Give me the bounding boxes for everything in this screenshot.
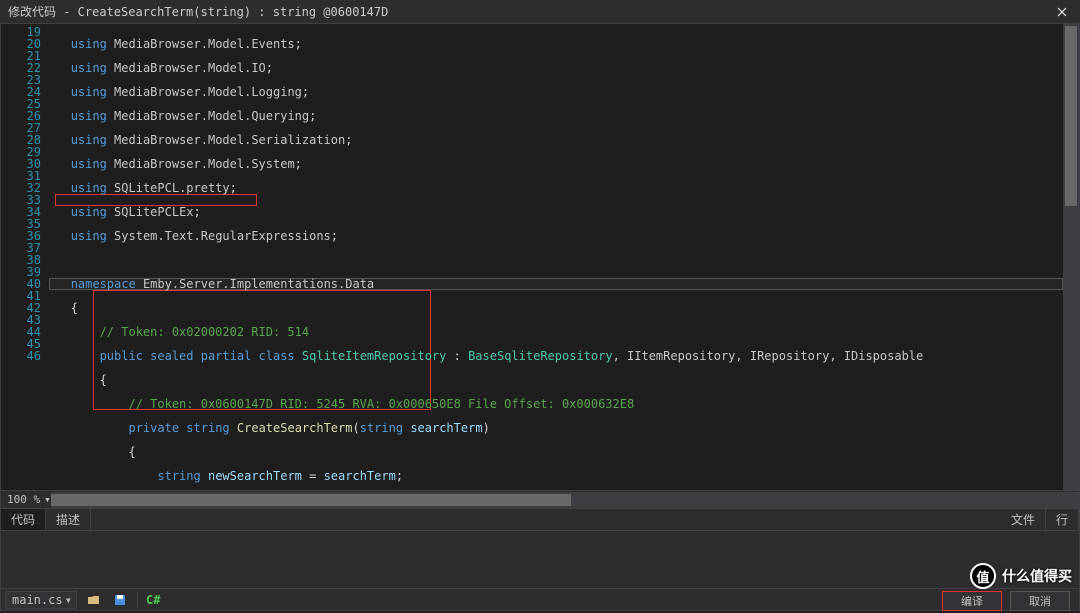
tab-description[interactable]: 描述 bbox=[46, 509, 91, 530]
watermark-badge: 值 bbox=[970, 563, 996, 589]
filename-dropdown[interactable]: main.cs ▾ bbox=[5, 591, 77, 609]
code-area[interactable]: using MediaBrowser.Model.Events; using M… bbox=[49, 24, 1079, 490]
action-buttons: 编译 取消 bbox=[942, 591, 1070, 611]
save-button[interactable] bbox=[111, 591, 129, 609]
scrollbar-thumb[interactable] bbox=[1065, 26, 1077, 206]
title-bar: 修改代码 - CreateSearchTerm(string) : string… bbox=[0, 0, 1080, 24]
chevron-down-icon: ▾ bbox=[65, 593, 72, 607]
folder-open-icon bbox=[87, 594, 101, 606]
status-bar: main.cs ▾ C# bbox=[0, 589, 1080, 611]
zoom-dropdown[interactable]: 100 % ▾ bbox=[1, 493, 51, 506]
filename-label: main.cs bbox=[12, 593, 63, 607]
scroll-corner bbox=[1063, 492, 1079, 508]
separator bbox=[137, 592, 138, 608]
tab-line[interactable]: 行 bbox=[1046, 509, 1079, 530]
editor-panel: 19202122 23242526 27282930 31323334 3536… bbox=[0, 24, 1080, 491]
close-button[interactable] bbox=[1052, 2, 1072, 22]
tabs-row: 代码 描述 文件 行 bbox=[0, 509, 1080, 531]
watermark: 值 什么值得买 bbox=[970, 563, 1072, 589]
language-badge: C# bbox=[146, 593, 160, 607]
watermark-text: 什么值得买 bbox=[1002, 566, 1072, 586]
cancel-button[interactable]: 取消 bbox=[1010, 591, 1070, 611]
scrollbar-thumb[interactable] bbox=[51, 494, 571, 506]
vertical-scrollbar[interactable] bbox=[1063, 24, 1079, 490]
code-editor[interactable]: 19202122 23242526 27282930 31323334 3536… bbox=[1, 24, 1079, 490]
zoom-value: 100 % bbox=[7, 493, 40, 506]
compile-button[interactable]: 编译 bbox=[942, 591, 1002, 611]
horizontal-scroll-row: 100 % ▾ bbox=[0, 491, 1080, 509]
chevron-down-icon: ▾ bbox=[44, 493, 51, 506]
horizontal-scrollbar[interactable] bbox=[51, 492, 1063, 508]
close-icon bbox=[1057, 7, 1067, 17]
tab-code[interactable]: 代码 bbox=[1, 509, 46, 530]
line-gutter: 19202122 23242526 27282930 31323334 3536… bbox=[1, 24, 49, 490]
window-title: 修改代码 - CreateSearchTerm(string) : string… bbox=[8, 3, 388, 20]
save-icon bbox=[114, 594, 126, 606]
open-folder-button[interactable] bbox=[85, 591, 103, 609]
lower-panel bbox=[0, 531, 1080, 589]
tab-file[interactable]: 文件 bbox=[1001, 509, 1046, 530]
